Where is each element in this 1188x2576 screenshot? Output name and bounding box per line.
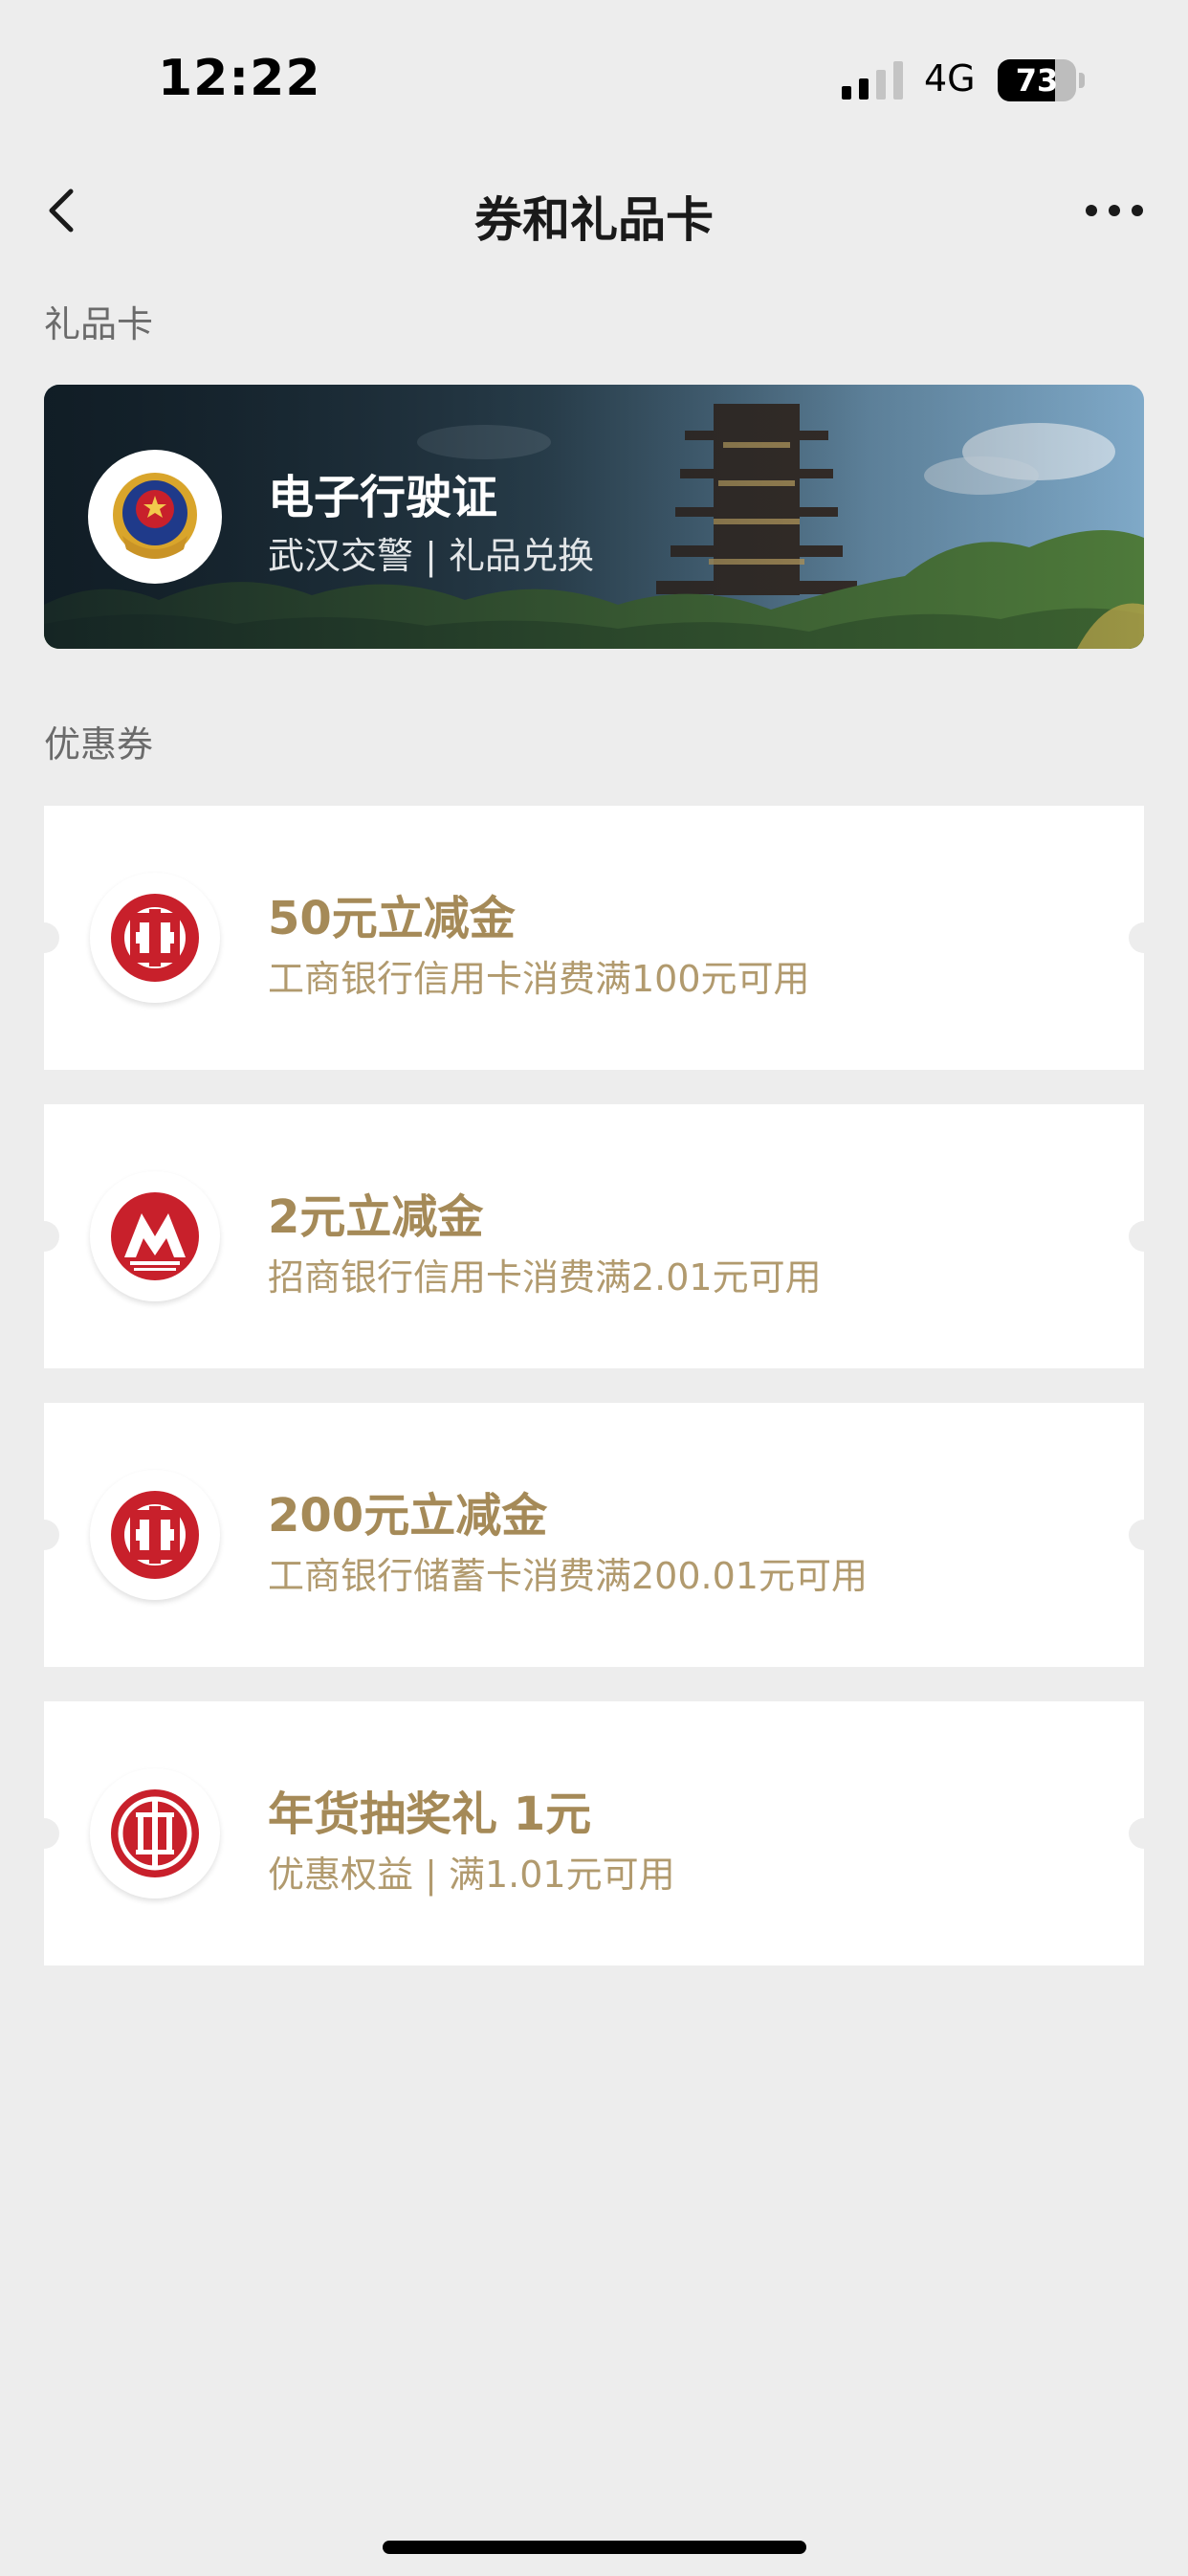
gift-card-title: 电子行驶证 xyxy=(268,471,498,524)
coupon-desc: 工商银行信用卡消费满100元可用 xyxy=(268,958,810,1000)
coupon-card[interactable]: 200元立减金 工商银行储蓄卡消费满200.01元可用 xyxy=(29,1403,1159,1667)
gift-section-label: 礼品卡 xyxy=(44,303,154,345)
ellipsis-icon[interactable] xyxy=(1076,180,1153,241)
home-indicator[interactable] xyxy=(383,2541,806,2554)
coupon-title: 50元立减金 xyxy=(268,892,516,945)
cmb-logo-icon xyxy=(90,1171,220,1301)
battery-icon: 73 xyxy=(998,59,1085,101)
icbc-logo-icon xyxy=(90,873,220,1003)
coupon-desc: 优惠权益 | 满1.01元可用 xyxy=(268,1854,675,1896)
coupon-card[interactable]: 50元立减金 工商银行信用卡消费满100元可用 xyxy=(29,806,1159,1070)
coupon-title: 2元立减金 xyxy=(268,1190,484,1244)
cellular-signal-icon xyxy=(842,61,903,100)
gift-card[interactable]: 电子行驶证 武汉交警 | 礼品兑换 xyxy=(44,385,1144,649)
battery-percent: 73 xyxy=(1015,62,1059,99)
coupon-title: 年货抽奖礼 1元 xyxy=(268,1788,592,1841)
coupon-section-label: 优惠券 xyxy=(44,723,154,766)
page-title: 券和礼品卡 xyxy=(474,192,714,248)
coupon-title: 200元立减金 xyxy=(268,1489,548,1543)
police-badge-icon xyxy=(88,450,222,584)
network-type: 4G xyxy=(924,57,976,100)
status-bar: 12:22 4G 73 xyxy=(0,0,1188,163)
coupon-desc: 招商银行信用卡消费满2.01元可用 xyxy=(268,1256,822,1299)
coupon-desc: 工商银行储蓄卡消费满200.01元可用 xyxy=(268,1555,868,1597)
citic-logo-icon xyxy=(90,1768,220,1899)
status-time: 12:22 xyxy=(158,50,321,107)
coupon-card[interactable]: 年货抽奖礼 1元 优惠权益 | 满1.01元可用 xyxy=(29,1701,1159,1965)
coupon-card[interactable]: 2元立减金 招商银行信用卡消费满2.01元可用 xyxy=(29,1104,1159,1368)
icbc-logo-icon xyxy=(90,1470,220,1600)
nav-bar: 券和礼品卡 xyxy=(0,163,1188,258)
gift-card-subtitle: 武汉交警 | 礼品兑换 xyxy=(268,535,594,577)
